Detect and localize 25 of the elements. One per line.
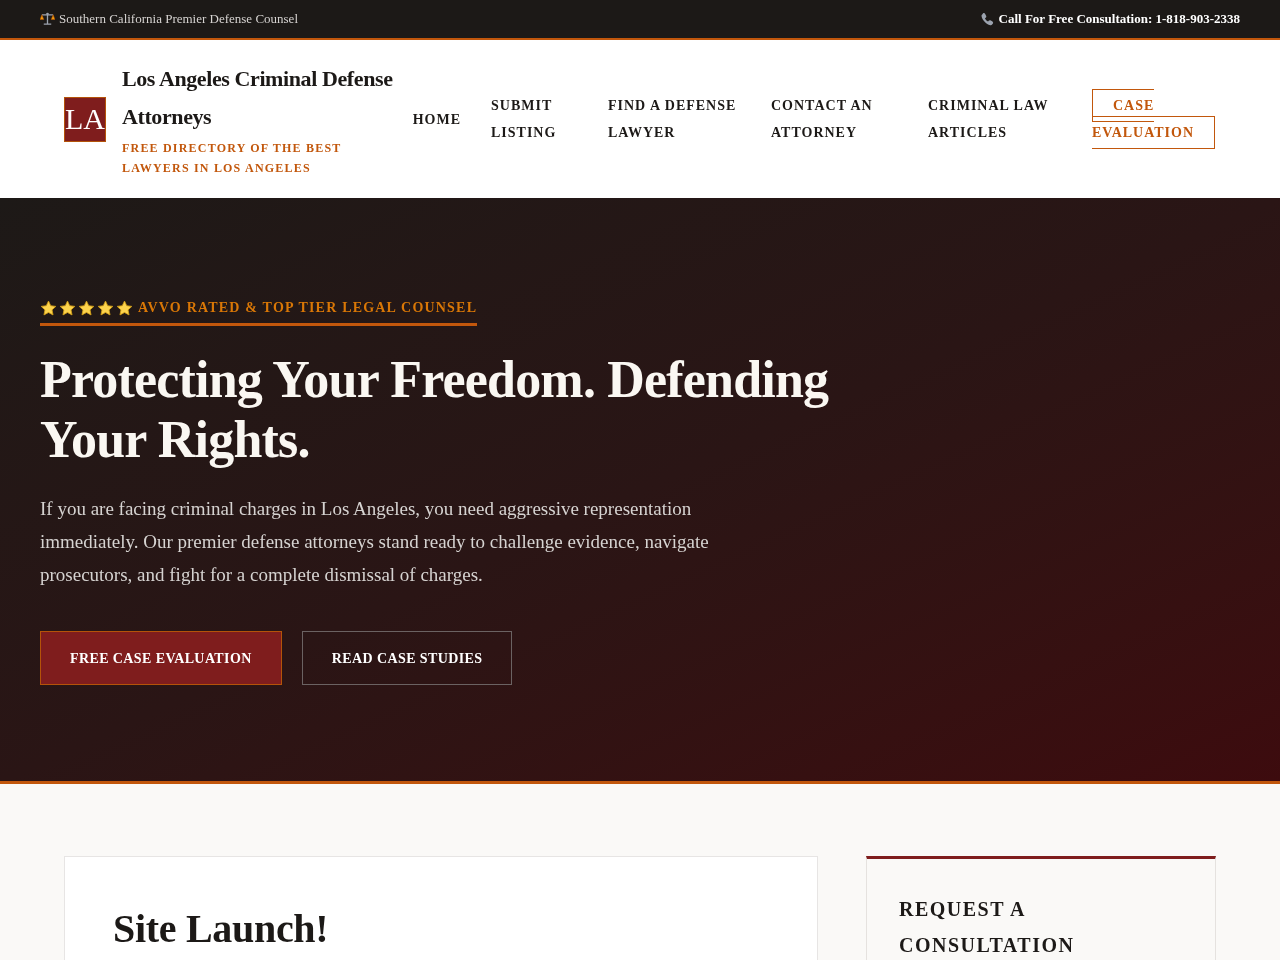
top-bar-tagline: Southern California Premier Defense Counsel	[59, 10, 298, 29]
case-evaluation-link[interactable]: CASE EVALUATION	[1092, 89, 1216, 149]
case-studies-button[interactable]: READ CASE STUDIES	[301, 631, 513, 685]
post-title: Site Launch!	[113, 905, 329, 953]
logo-mark[interactable]: LA	[64, 96, 106, 142]
star-icon	[59, 299, 76, 317]
hero-heading: Protecting Your Freedom. Defending Your Rights.	[40, 350, 830, 470]
site-title[interactable]: Los Angeles Criminal Defense Attorneys	[122, 60, 410, 136]
nav-link[interactable]: HOME	[412, 105, 461, 133]
star-icon	[78, 299, 95, 317]
hero-description: If you are facing criminal charges in Los Angeles, you need aggressive representation immediately. Our premier defense attorneys stand ready to challenge evidence, navigate prosecutors, and fight for a complete dismissal of charges.	[40, 497, 710, 587]
star-icon	[116, 299, 133, 317]
scales-icon	[40, 12, 55, 26]
star-icon	[97, 299, 114, 317]
star-icon	[40, 299, 57, 317]
rating-badge-text: AVVO RATED & TOP TIER LEGAL COUNSEL	[138, 299, 478, 317]
free-evaluation-button[interactable]: FREE CASE EVALUATION	[40, 631, 282, 685]
nav-link[interactable]: FIND A DEFENSE LAWYER	[608, 92, 741, 146]
site-tagline: FREE DIRECTORY OF THE BEST LAWYERS IN LOS ANGELES	[122, 140, 343, 177]
phone-icon	[979, 12, 995, 26]
consultation-title: REQUEST A CONSULTATION	[899, 897, 1076, 958]
nav-link[interactable]: CRIMINAL LAW ARTICLES	[928, 92, 1062, 146]
phone-consultation-text: Call For Free Consultation: 1-818-903-2338	[998, 10, 1240, 29]
nav-link[interactable]: SUBMIT LISTING	[491, 92, 578, 146]
nav-link[interactable]: CONTACT AN ATTORNEY	[771, 92, 898, 146]
